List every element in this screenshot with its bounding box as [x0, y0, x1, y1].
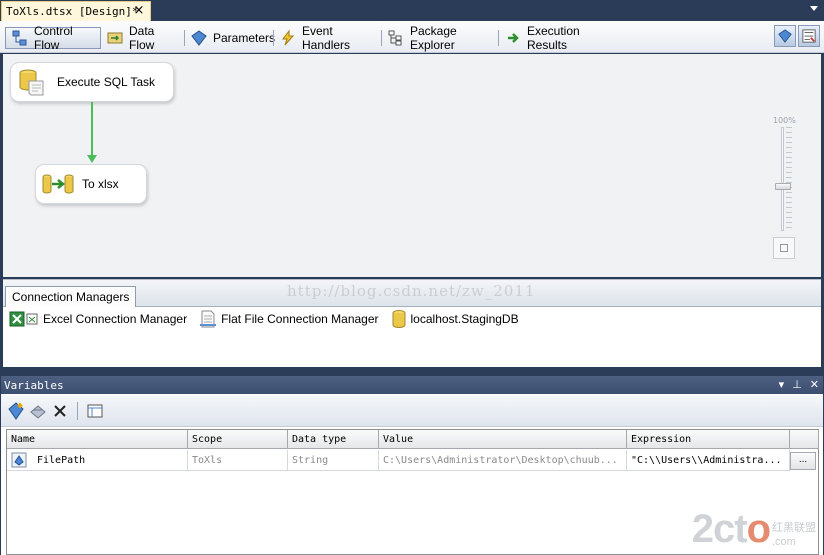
connection-label: Excel Connection Manager	[43, 312, 188, 326]
data-flow-task[interactable]: To xlsx	[35, 164, 147, 204]
precedence-constraint[interactable]	[91, 102, 93, 156]
zoom-slider-thumb[interactable]	[775, 183, 791, 190]
designer-tab-bar: Control Flow Data Flow Parameters Event …	[0, 21, 824, 53]
task-label: Execute SQL Task	[57, 75, 156, 89]
table-row-cell-name[interactable]: FilePath	[7, 450, 188, 471]
tab-label: Execution Results	[527, 24, 580, 52]
precedence-arrowhead	[87, 155, 97, 163]
fit-icon	[780, 244, 788, 252]
tab-label: Connection Managers	[12, 290, 130, 304]
table-row-cell-expression[interactable]: "C:\\Users\\Administra...	[627, 450, 790, 471]
connection-managers-panel: Connection Managers http://blog.csdn.net…	[3, 279, 821, 367]
tab-connection-managers[interactable]: Connection Managers	[5, 286, 137, 307]
tab-label: Event Handlers	[302, 24, 351, 52]
column-header-data-type[interactable]: Data type	[288, 430, 379, 449]
connection-label: Flat File Connection Manager	[221, 312, 379, 326]
parameters-toggle-button[interactable]	[774, 25, 796, 47]
column-header-value[interactable]: Value	[379, 430, 627, 449]
grid-options-icon[interactable]	[86, 402, 104, 420]
document-tab-title: ToXls.dtsx [Design]*	[6, 5, 139, 18]
document-tab-strip: ToXls.dtsx [Design]* ×	[0, 0, 824, 21]
connection-label: localhost.StagingDB	[410, 312, 519, 326]
zoom-slider[interactable]	[773, 127, 793, 231]
tab-event-handlers[interactable]: Event Handlers	[274, 24, 382, 52]
connection-excel[interactable]: Excel Connection Manager	[9, 311, 187, 327]
zoom-label: 100%	[773, 116, 796, 125]
variables-toolbar	[1, 395, 823, 427]
chevron-down-icon[interactable]: ▾	[779, 378, 785, 391]
tab-parameters[interactable]: Parameters	[185, 27, 276, 49]
expression-builder-button[interactable]: ...	[790, 452, 816, 470]
table-row-cell-scope: ToXls	[188, 450, 288, 471]
connection-flat-file[interactable]: Flat File Connection Manager	[199, 310, 379, 328]
tab-data-flow[interactable]: Data Flow	[101, 24, 185, 52]
variables-toggle-button[interactable]	[798, 25, 820, 47]
event-handlers-icon	[282, 30, 295, 46]
zoom-control: 100%	[773, 116, 796, 259]
zoom-fit-button[interactable]	[773, 237, 795, 259]
execution-results-icon	[508, 33, 519, 43]
tab-package-explorer[interactable]: Package Explorer	[382, 24, 499, 52]
add-variable-icon[interactable]	[7, 401, 25, 420]
database-connection-icon	[392, 310, 406, 328]
column-header-scope[interactable]: Scope	[188, 430, 288, 449]
column-header-blank	[790, 430, 819, 449]
chevron-down-icon[interactable]	[810, 6, 818, 11]
tab-label: Control Flow	[34, 24, 73, 52]
table-row-cell-data-type[interactable]: String	[288, 450, 379, 471]
task-label: To xlsx	[82, 177, 119, 191]
close-icon[interactable]: ✕	[810, 378, 819, 391]
document-tab[interactable]: ToXls.dtsx [Design]* ×	[1, 1, 151, 21]
data-flow-icon	[107, 32, 123, 44]
tab-execution-results[interactable]: Execution Results	[499, 24, 617, 52]
variables-icon	[802, 29, 816, 43]
logo-cn: 红黑联盟	[772, 522, 816, 534]
designer-toolbar-buttons	[774, 25, 820, 47]
connection-oledb[interactable]: localhost.StagingDB	[391, 310, 519, 328]
control-flow-icon	[12, 30, 27, 46]
site-logo: 2cto 红黑联盟 .com	[692, 509, 816, 549]
execute-sql-task[interactable]: Execute SQL Task	[10, 62, 174, 102]
control-flow-canvas[interactable]: Execute SQL Task To xlsx 100%	[3, 54, 821, 277]
variable-icon	[11, 452, 27, 468]
watermark-text: http://blog.csdn.net/zw_2011	[287, 282, 536, 300]
panel-title: Variables	[4, 378, 64, 392]
excel-connection-icon	[9, 311, 38, 327]
logo-dom: .com	[772, 536, 796, 548]
column-header-expression[interactable]: Expression	[627, 430, 790, 449]
tab-label: Parameters	[213, 31, 276, 45]
data-flow-task-icon	[42, 174, 74, 194]
tab-label: Package Explorer	[410, 24, 457, 52]
sql-task-icon	[19, 69, 44, 96]
variable-name: FilePath	[37, 454, 86, 466]
package-explorer-icon	[388, 30, 402, 46]
tab-label: Data Flow	[129, 24, 155, 52]
close-icon[interactable]: ×	[132, 4, 146, 18]
parameters-icon	[191, 30, 207, 46]
table-row-cell-value[interactable]: C:\Users\Administrator\Desktop\chuub...	[379, 450, 627, 471]
logo-mark: 2cto	[691, 507, 771, 551]
tab-control-flow[interactable]: Control Flow	[5, 24, 101, 52]
parameters-icon	[778, 29, 792, 43]
move-variable-icon[interactable]	[29, 402, 47, 420]
variables-title-bar: Variables ▾ ⊥ ✕	[1, 376, 823, 394]
pin-icon[interactable]: ⊥	[792, 378, 802, 391]
flat-file-connection-icon	[200, 310, 217, 328]
delete-variable-icon[interactable]	[51, 402, 69, 420]
column-header-name[interactable]: Name	[7, 430, 188, 449]
connection-managers-tabrow: Connection Managers http://blog.csdn.net…	[3, 280, 821, 307]
connection-list: Excel Connection Manager Flat File Conne…	[9, 310, 519, 328]
